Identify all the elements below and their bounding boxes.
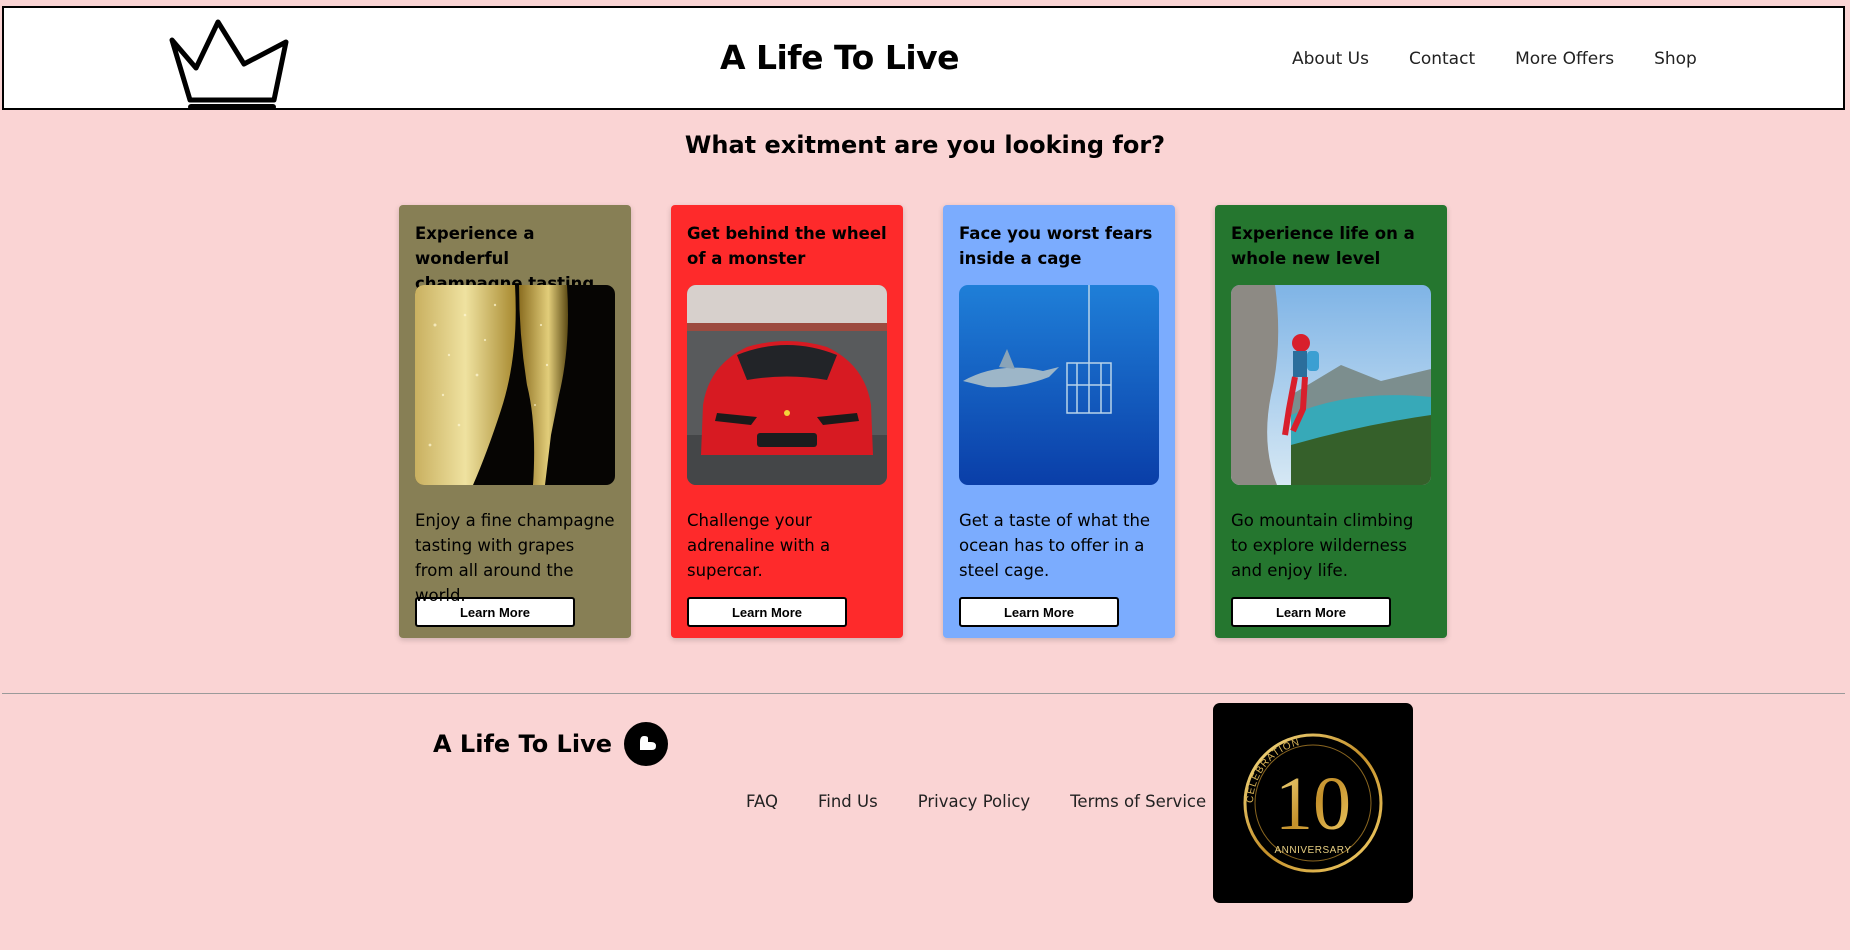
- card-champagne: Experience a wonderful champagne tasting…: [399, 205, 631, 638]
- mountain-climber-photo: [1231, 285, 1431, 485]
- card-supercar: Get behind the wheel of a monster Challe…: [671, 205, 903, 638]
- anniversary-badge: CELEBRATION 10 ANNIVERSARY: [1213, 703, 1413, 903]
- nav-more-offers[interactable]: More Offers: [1515, 49, 1614, 69]
- badge-caption: ANNIVERSARY: [1274, 845, 1351, 856]
- card-description: Challenge your adrenaline with a superca…: [687, 511, 831, 580]
- heart-badge-icon: [624, 722, 668, 766]
- footer-link-find-us[interactable]: Find Us: [818, 792, 878, 811]
- shark-cage-dive-photo: [959, 285, 1159, 485]
- badge-number: 10: [1275, 762, 1351, 846]
- footer-links: FAQ Find Us Privacy Policy Terms of Serv…: [746, 792, 1246, 811]
- footer-brand-name: A Life To Live: [433, 730, 612, 758]
- card-mountain-climbing: Experience life on a whole new level Go …: [1215, 205, 1447, 638]
- site-header: A Life To Live About Us Contact More Off…: [2, 6, 1845, 110]
- footer-link-terms-of-service[interactable]: Terms of Service: [1070, 792, 1206, 811]
- red-supercar-photo: [687, 285, 887, 485]
- card-title: Experience life on a whole new level: [1231, 224, 1415, 268]
- card-title: Experience a wonderful champagne tasting: [415, 224, 595, 293]
- nav-shop[interactable]: Shop: [1654, 49, 1697, 69]
- card-title: Get behind the wheel of a monster: [687, 224, 887, 268]
- footer-brand: A Life To Live: [433, 722, 668, 766]
- footer-link-privacy-policy[interactable]: Privacy Policy: [918, 792, 1030, 811]
- card-shark-cage: Face you worst fears inside a cage Get a…: [943, 205, 1175, 638]
- nav-contact[interactable]: Contact: [1409, 49, 1475, 69]
- footer-divider: [2, 693, 1845, 694]
- card-title: Face you worst fears inside a cage: [959, 224, 1153, 268]
- page-headline: What exitment are you looking for?: [684, 131, 1166, 159]
- champagne-glasses-photo: [415, 285, 615, 485]
- card-description: Get a taste of what the ocean has to off…: [959, 511, 1151, 580]
- card-description: Go mountain climbing to explore wilderne…: [1231, 511, 1414, 580]
- learn-more-button[interactable]: Learn More: [959, 597, 1119, 627]
- card-description: Enjoy a fine champagne tasting with grap…: [415, 511, 615, 605]
- footer-link-faq[interactable]: FAQ: [746, 792, 778, 811]
- nav-about-us[interactable]: About Us: [1292, 49, 1369, 69]
- learn-more-button[interactable]: Learn More: [687, 597, 847, 627]
- learn-more-button[interactable]: Learn More: [1231, 597, 1391, 627]
- main-nav: About Us Contact More Offers Shop: [1292, 49, 1737, 69]
